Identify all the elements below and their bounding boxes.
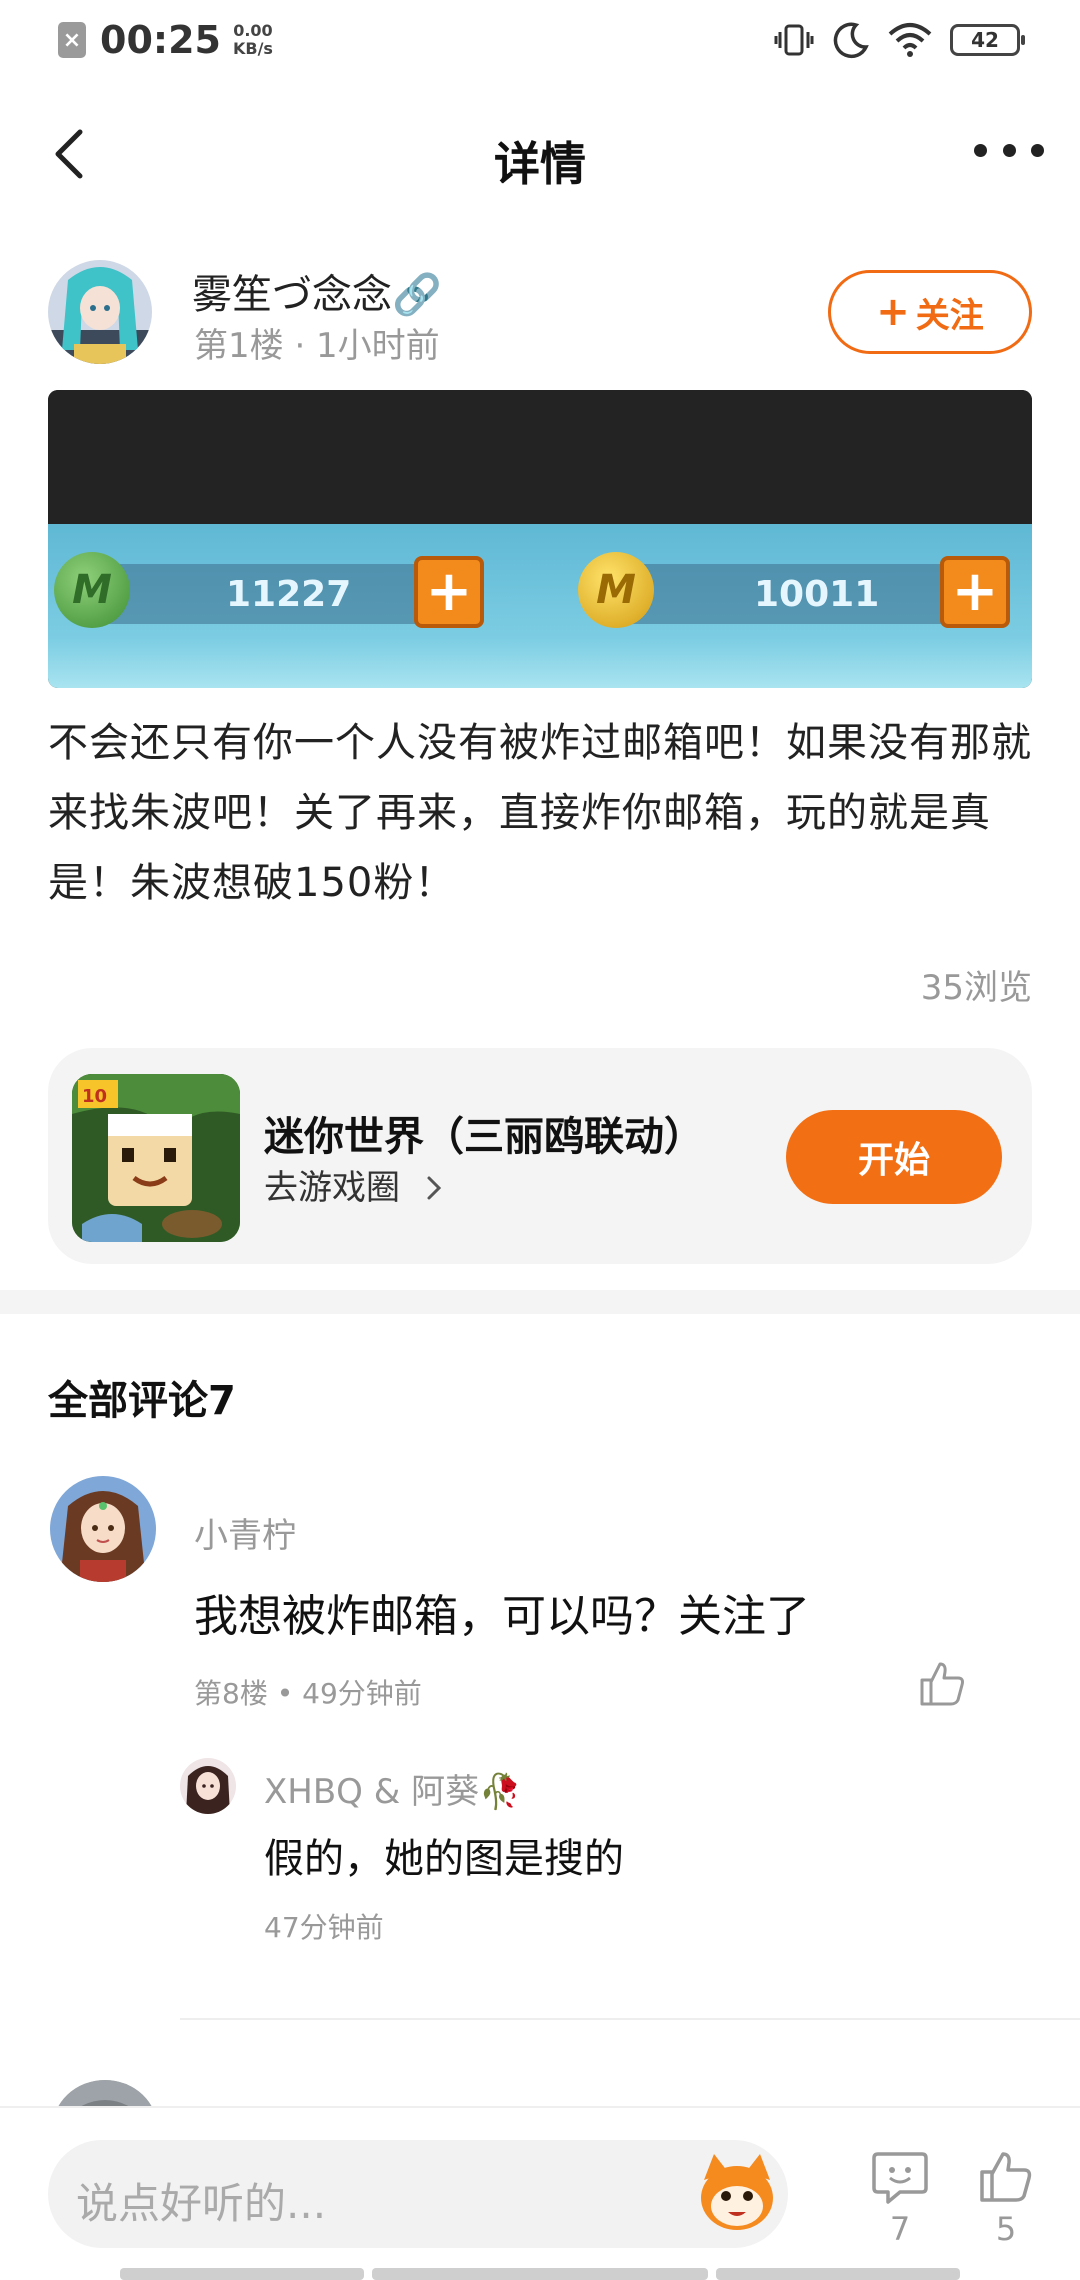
thumbs-up-icon[interactable] — [976, 2148, 1036, 2208]
game-icon-image: 10 — [72, 1074, 240, 1242]
post-body: 不会还只有你一个人没有被炸过邮箱吧！如果没有那就来找朱波吧！关了再来，直接炸你邮… — [48, 720, 1032, 906]
status-left: × 00:25 0.00 KB/s — [58, 18, 273, 62]
gold-coin-icon: M — [578, 552, 654, 628]
post-image-dark-area — [48, 390, 1032, 524]
chevron-right-icon — [427, 1176, 441, 1200]
battery-level: 42 — [971, 28, 999, 52]
view-count: 35浏览 — [920, 968, 1032, 1008]
add-resource-2-icon: + — [940, 556, 1010, 628]
header: 详情 — [0, 100, 1080, 210]
reply-author-name[interactable]: XHBQ & 阿葵🥀 — [264, 1764, 521, 1813]
comment-meta: 第8楼 • 49分钟前 — [194, 1677, 422, 1710]
section-divider — [0, 1290, 1080, 1314]
author-name[interactable]: 雾笙づ念念🔗 — [192, 262, 442, 320]
game-name: 迷你世界（三丽鸥联动） — [264, 1114, 704, 1160]
game-link-label: 去游戏圈 — [264, 1168, 400, 1208]
commenter-avatar-image — [50, 1476, 156, 1582]
author-avatar-image — [48, 260, 152, 364]
thumbs-up-icon — [920, 1662, 964, 1706]
nav-gesture-segment — [120, 2268, 364, 2280]
resource-1-value: 11227 — [226, 574, 352, 615]
plus-icon: + — [876, 289, 910, 335]
more-dot-icon — [1031, 143, 1044, 157]
author-avatar[interactable] — [48, 260, 152, 364]
go-to-game-circle-link[interactable]: 去游戏圈 — [264, 1160, 449, 1209]
comment-input[interactable]: 说点好听的... — [48, 2140, 788, 2248]
vibrate-icon — [774, 24, 814, 56]
reply-time: 47分钟前 — [264, 1911, 384, 1944]
comment-bubble-icon[interactable] — [870, 2148, 930, 2208]
mascot-emoji-icon[interactable] — [694, 2150, 780, 2236]
follow-button[interactable]: + 关注 — [828, 270, 1032, 354]
status-right: 42 — [774, 20, 1025, 60]
like-count: 5 — [995, 2210, 1017, 2248]
comment-input-placeholder: 说点好听的... — [76, 2179, 327, 2228]
do-not-disturb-moon-icon — [833, 22, 869, 59]
nav-gesture-segment — [716, 2268, 960, 2280]
comment-count: 7 — [889, 2210, 911, 2248]
game-card[interactable]: 10 迷你世界（三丽鸥联动） 去游戏圈 开始 — [48, 1048, 1032, 1264]
comments-title: 全部评论7 — [48, 1378, 236, 1424]
follow-label: 关注 — [915, 295, 984, 336]
bottom-action-bar: 说点好听的... 7 5 — [0, 2106, 1080, 2280]
svg-text:10: 10 — [82, 1086, 107, 1107]
comment-text: 我想被炸邮箱，可以吗？关注了 — [194, 1591, 810, 1642]
comment-like-button[interactable] — [916, 1658, 968, 1710]
more-dot-icon — [974, 143, 987, 157]
post-author: 雾笙づ念念🔗 第1楼 · 1小时前 + 关注 — [48, 260, 1032, 366]
page-title: 详情 — [494, 137, 586, 191]
add-resource-1-icon: + — [414, 556, 484, 628]
more-dot-icon — [1002, 143, 1016, 157]
green-coin-icon: M — [54, 552, 130, 628]
status-bar: × 00:25 0.00 KB/s 42 — [0, 0, 1080, 84]
battery-icon: 42 — [950, 24, 1025, 56]
network-speed-value: 0.00 — [233, 21, 273, 40]
author-floor-time: 第1楼 · 1小时前 — [194, 326, 440, 366]
network-speed: 0.00 KB/s — [233, 22, 273, 58]
reply-avatar-image — [180, 1758, 236, 1814]
no-sim-icon: × — [58, 22, 86, 58]
post-image[interactable] — [48, 390, 1032, 688]
start-game-button[interactable]: 开始 — [786, 1110, 1002, 1204]
wifi-icon — [888, 23, 932, 57]
commenter-avatar[interactable] — [50, 1476, 156, 1582]
status-time: 00:25 — [100, 18, 221, 62]
reply-avatar[interactable] — [180, 1758, 236, 1814]
resource-2-value: 10011 — [754, 574, 880, 615]
game-icon: 10 — [72, 1074, 240, 1242]
more-options-button[interactable] — [974, 130, 1044, 170]
nav-gesture-segment — [372, 2268, 708, 2280]
commenter-name[interactable]: 小青柠 — [194, 1508, 296, 1557]
comment-divider — [180, 2018, 1080, 2020]
network-speed-unit: KB/s — [232, 39, 273, 58]
reply-text: 假的，她的图是搜的 — [264, 1836, 624, 1882]
